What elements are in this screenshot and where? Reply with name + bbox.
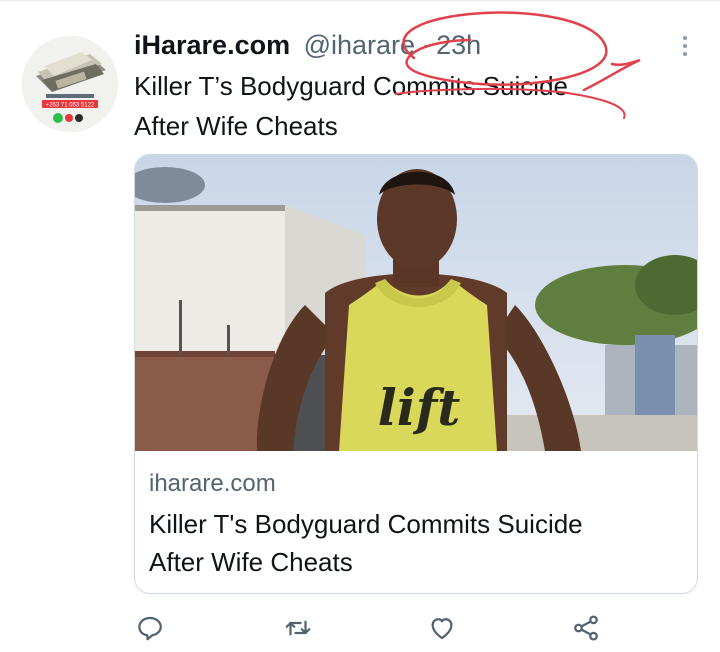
heart-icon: [431, 618, 453, 640]
tweet-text-line-1: Killer T’s Bodyguard Commits Suicide: [134, 71, 568, 101]
tweet-header: iHarare.com @iharare · 23h: [134, 24, 481, 66]
separator-dot: ·: [421, 30, 431, 60]
avatar-phone: +263 71 053 5122: [46, 103, 95, 109]
tweet-text: Killer T’s Bodyguard Commits Suicide Aft…: [134, 66, 694, 146]
avatar[interactable]: +263 71 053 5122: [22, 36, 118, 132]
top-divider: [0, 0, 720, 1]
card-title-line-2: After Wife Cheats: [149, 547, 353, 577]
link-card[interactable]: lift iharare.com Killer T's Bodyguard Co…: [134, 154, 698, 594]
like-button[interactable]: [424, 610, 460, 646]
avatar-image: +263 71 053 5122: [22, 36, 118, 132]
retweet-icon: [285, 620, 311, 636]
card-photo: lift: [135, 155, 697, 451]
retweet-button[interactable]: [280, 610, 316, 646]
reply-button[interactable]: [132, 610, 168, 646]
reply-icon: [138, 616, 162, 641]
card-title-line-1: Killer T's Bodyguard Commits Suicide: [149, 509, 583, 539]
action-bar: [0, 610, 720, 646]
shirt-text: lift: [378, 378, 461, 437]
card-domain: iharare.com: [149, 470, 276, 497]
share-icon: [574, 615, 598, 641]
more-options-icon[interactable]: [676, 30, 694, 62]
display-name[interactable]: iHarare.com: [134, 30, 290, 60]
card-title: Killer T's Bodyguard Commits Suicide Aft…: [149, 505, 679, 581]
share-button[interactable]: [568, 610, 604, 646]
timestamp[interactable]: 23h: [436, 30, 481, 60]
tweet-text-line-2: After Wife Cheats: [134, 111, 338, 141]
user-handle[interactable]: @iharare: [304, 30, 415, 60]
card-image[interactable]: lift: [135, 155, 697, 451]
